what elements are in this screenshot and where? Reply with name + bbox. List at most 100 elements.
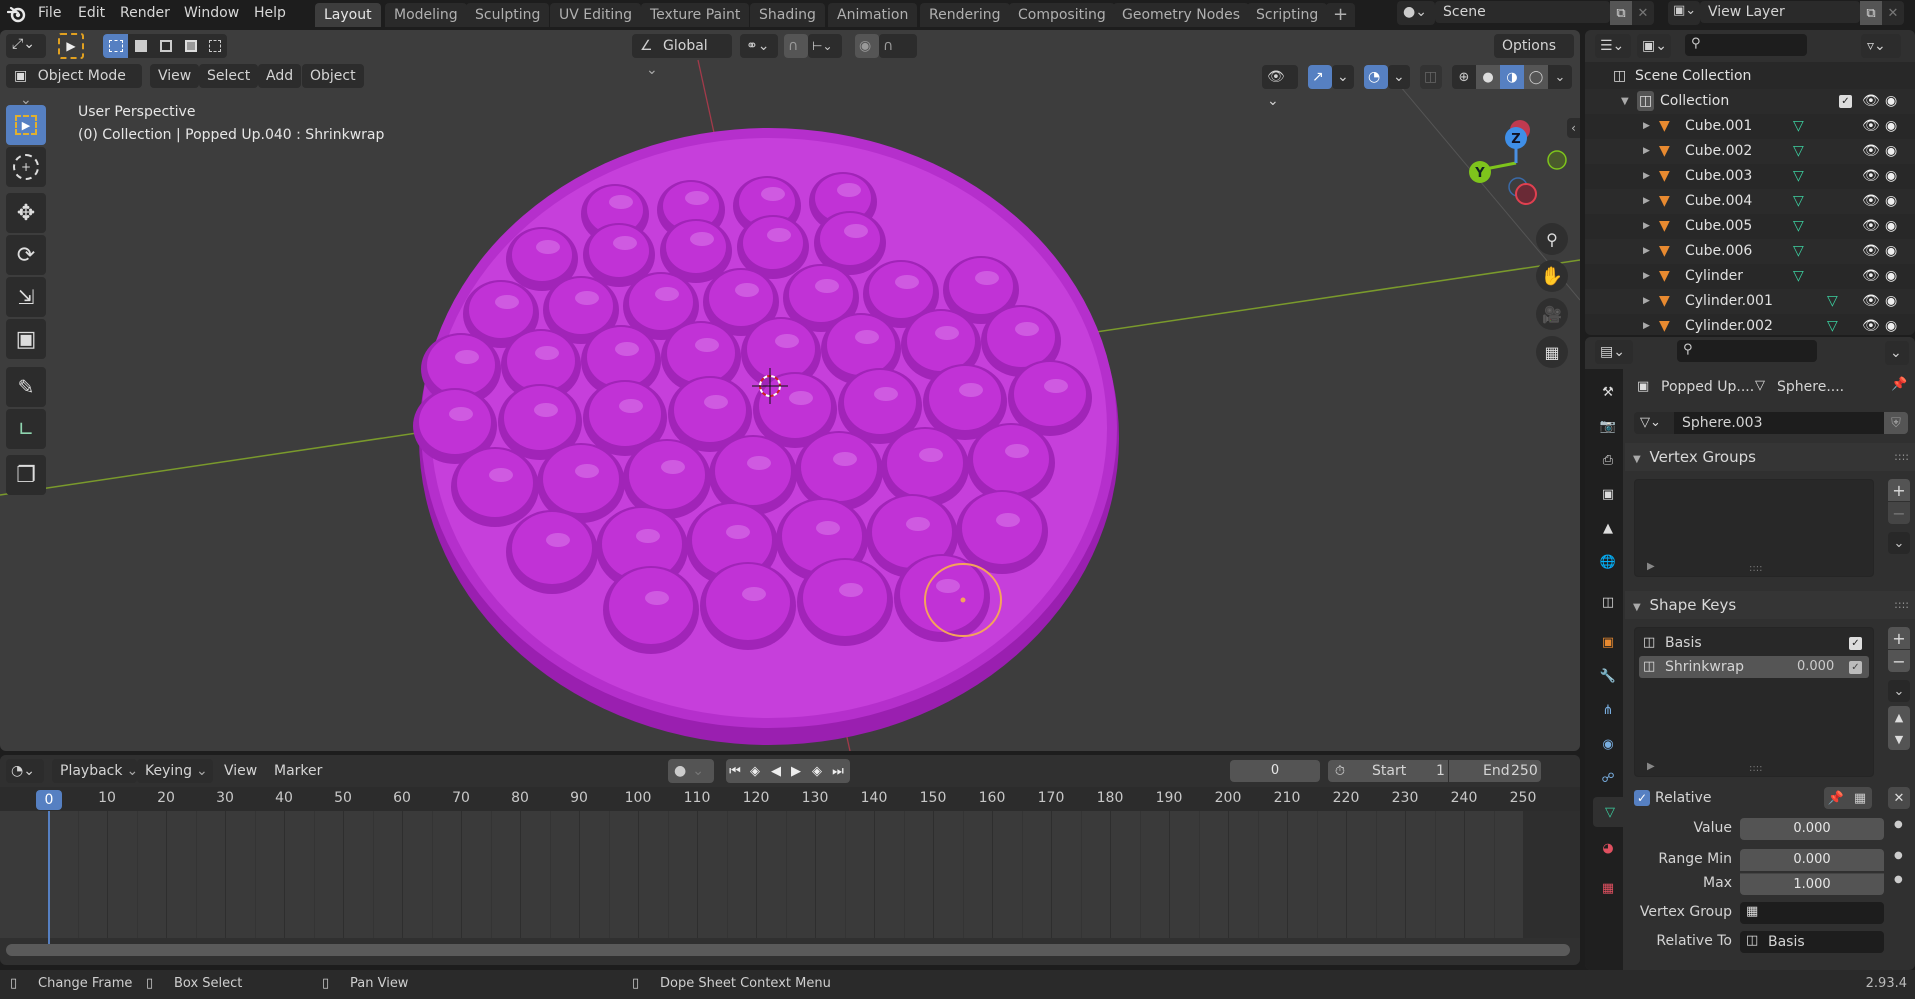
select-subtract-icon[interactable] xyxy=(153,34,178,58)
proportional-falloff-dropdown[interactable]: ∩ xyxy=(879,34,917,58)
tab-texture-paint[interactable]: Texture Paint xyxy=(641,3,750,27)
start-frame-field[interactable]: Start 1 xyxy=(1352,760,1448,782)
tool-add-cube[interactable]: ❐ xyxy=(6,455,46,495)
menu-view[interactable]: View xyxy=(150,64,200,88)
outliner-item[interactable]: ▶ ▼ Cube.002 ▽ 👁 ◉ xyxy=(1585,139,1915,164)
shape-keys-list[interactable]: ◫ Basis ✓ ◫ Shrinkwrap 0.000 ✓ ▶ :::: xyxy=(1634,627,1874,777)
tab-constraints[interactable]: ☍ xyxy=(1593,763,1623,793)
menu-window[interactable]: Window xyxy=(176,0,247,26)
tab-scene[interactable]: ▲ xyxy=(1593,513,1623,543)
remove-shape-key-button[interactable]: − xyxy=(1888,650,1910,672)
outliner-search-input[interactable]: ⚲ xyxy=(1685,34,1807,56)
menu-add[interactable]: Add xyxy=(258,64,302,88)
overlays-dropdown[interactable]: ⌄ xyxy=(1388,65,1410,89)
expand-arrow-icon[interactable]: ▶ xyxy=(1643,189,1650,214)
outliner-item[interactable]: ▶ ▼ Cube.006 ▽ 👁 ◉ xyxy=(1585,239,1915,264)
shape-key-row-shrinkwrap[interactable]: ◫ Shrinkwrap 0.000 ✓ xyxy=(1639,656,1869,678)
tab-world[interactable]: 🌐 xyxy=(1593,547,1623,577)
mesh-data-icon[interactable]: ▽ xyxy=(1827,289,1838,314)
timeline-keyframe-area[interactable] xyxy=(0,811,1580,938)
render-camera-icon[interactable]: ◉ xyxy=(1885,214,1897,239)
eye-icon[interactable]: 👁 xyxy=(1862,264,1880,289)
mesh-data-icon[interactable]: ▽ xyxy=(1793,139,1804,164)
play-reverse-icon[interactable]: ◀ xyxy=(766,759,786,783)
editor-type-button[interactable]: ⤢⌄ xyxy=(6,34,46,58)
value-field[interactable]: 0.000 xyxy=(1740,818,1884,840)
render-camera-icon[interactable]: ◉ xyxy=(1885,289,1897,314)
keyframe-dot-icon[interactable]: ● xyxy=(1894,874,1903,885)
eye-icon[interactable]: 👁 xyxy=(1862,239,1880,264)
expand-arrow-icon[interactable]: ▶ xyxy=(1643,239,1650,264)
mesh-data-icon[interactable]: ▽ xyxy=(1793,214,1804,239)
gizmo-dropdown[interactable]: ⌄ xyxy=(1332,65,1354,89)
shape-keys-specials-dropdown[interactable]: ⌄ xyxy=(1888,680,1910,702)
exclude-checkbox[interactable]: ✓ xyxy=(1839,95,1852,108)
expand-arrow-icon[interactable]: ▶ xyxy=(1643,164,1650,189)
keying-menu[interactable]: Keying ⌄ xyxy=(137,759,213,783)
outliner-item[interactable]: ▶ ▼ Cube.001 ▽ 👁 ◉ xyxy=(1585,114,1915,139)
play-icon[interactable]: ▶ xyxy=(786,759,806,783)
new-scene-icon[interactable]: ⧉ xyxy=(1610,1,1632,25)
outliner-item[interactable]: ▶ ▼ Cylinder.002 ▽ 👁 ◉ xyxy=(1585,314,1915,335)
shape-key-row-basis[interactable]: ◫ Basis ✓ xyxy=(1639,632,1869,654)
new-view-layer-icon[interactable]: ⧉ xyxy=(1860,1,1882,25)
eye-icon[interactable]: 👁 xyxy=(1862,139,1880,164)
scene-selector-button[interactable]: ●⌄ xyxy=(1397,1,1435,25)
eye-icon[interactable]: 👁 xyxy=(1862,89,1880,114)
list-filter-arrow-icon[interactable]: ▶ xyxy=(1647,761,1655,772)
display-mode-dropdown[interactable]: ▣⌄ xyxy=(1637,34,1671,58)
list-resize-handle-icon[interactable]: :::: xyxy=(1749,563,1762,574)
outliner-item[interactable]: ▶ ▼ Cube.005 ▽ 👁 ◉ xyxy=(1585,214,1915,239)
preview-range-toggle[interactable]: ⏱ xyxy=(1328,760,1352,782)
jump-prev-keyframe-icon[interactable]: ◈ xyxy=(744,759,766,783)
marker-menu[interactable]: Marker xyxy=(268,759,328,783)
ortho-toggle-button[interactable]: ▦ xyxy=(1536,336,1568,368)
outliner-filter-dropdown[interactable]: ▿⌄ xyxy=(1861,34,1901,58)
properties-editor-type-button[interactable]: ▤⌄ xyxy=(1595,340,1633,364)
remove-vertex-group-button[interactable]: − xyxy=(1888,502,1910,524)
tool-select-box[interactable]: ▶ xyxy=(6,105,46,145)
tool-transform[interactable]: ▣ xyxy=(6,319,46,359)
mesh-data-icon[interactable]: ▽ xyxy=(1793,164,1804,189)
tool-scale[interactable]: ⇲ xyxy=(6,277,46,317)
mesh-data-icon[interactable]: ▽ xyxy=(1793,264,1804,289)
outliner-scene-collection[interactable]: ◫ Scene Collection xyxy=(1585,64,1915,89)
tab-sculpting[interactable]: Sculpting xyxy=(466,3,550,27)
tab-rendering[interactable]: Rendering xyxy=(920,3,1010,27)
render-camera-icon[interactable]: ◉ xyxy=(1885,164,1897,189)
auto-keying-toggle[interactable]: ● ⌄ xyxy=(668,759,714,783)
navigation-gizmo[interactable]: Z Y xyxy=(1460,110,1570,230)
list-resize-handle-icon[interactable]: :::: xyxy=(1749,763,1762,774)
blender-logo-icon[interactable] xyxy=(6,3,28,25)
expand-arrow-icon[interactable]: ▶ xyxy=(1643,264,1650,289)
tool-measure[interactable]: ∟ xyxy=(6,409,46,449)
tab-output[interactable]: ⎙ xyxy=(1593,445,1623,475)
mesh-data-icon[interactable]: ▽ xyxy=(1793,114,1804,139)
expand-arrow-icon[interactable]: ▼ xyxy=(1621,89,1629,114)
scene-name-field[interactable]: Scene xyxy=(1435,1,1610,23)
material-preview-shading-icon[interactable]: ◑ xyxy=(1500,65,1524,89)
shape-key-pin-button[interactable]: 📌 xyxy=(1824,787,1848,809)
mesh-browse-button[interactable]: ▽⌄ xyxy=(1634,412,1674,434)
fake-user-shield-icon[interactable]: ⛨ xyxy=(1884,412,1908,434)
proportional-edit-toggle[interactable]: ◉ xyxy=(855,34,879,58)
tab-layout[interactable]: Layout xyxy=(315,3,381,27)
render-camera-icon[interactable]: ◉ xyxy=(1885,314,1897,335)
tab-uv-editing[interactable]: UV Editing xyxy=(550,3,642,27)
keyframe-dot-icon[interactable]: ● xyxy=(1894,850,1903,861)
shape-keys-panel-header[interactable]: ▼ Shape Keys :::: xyxy=(1625,591,1915,619)
tab-particles[interactable]: ⋔ xyxy=(1593,695,1623,725)
tab-compositing[interactable]: Compositing xyxy=(1009,3,1115,27)
delete-view-layer-icon[interactable]: ✕ xyxy=(1882,1,1904,25)
select-set-icon[interactable] xyxy=(103,34,128,58)
gizmo-toggle[interactable]: ↗ xyxy=(1308,65,1332,89)
overlays-toggle[interactable]: ◔ xyxy=(1364,65,1388,89)
mesh-name-field[interactable]: Sphere.003 xyxy=(1674,412,1884,434)
properties-search-input[interactable]: ⚲ xyxy=(1677,340,1817,362)
drag-handle-icon[interactable]: :::: xyxy=(1894,591,1909,619)
eye-icon[interactable]: 👁 xyxy=(1862,289,1880,314)
relative-to-field[interactable]: ◫ Basis xyxy=(1740,931,1884,953)
list-filter-arrow-icon[interactable]: ▶ xyxy=(1647,561,1655,572)
tab-geometry-nodes[interactable]: Geometry Nodes xyxy=(1113,3,1250,27)
view-layer-selector-button[interactable]: ▣⌄ xyxy=(1668,1,1700,25)
